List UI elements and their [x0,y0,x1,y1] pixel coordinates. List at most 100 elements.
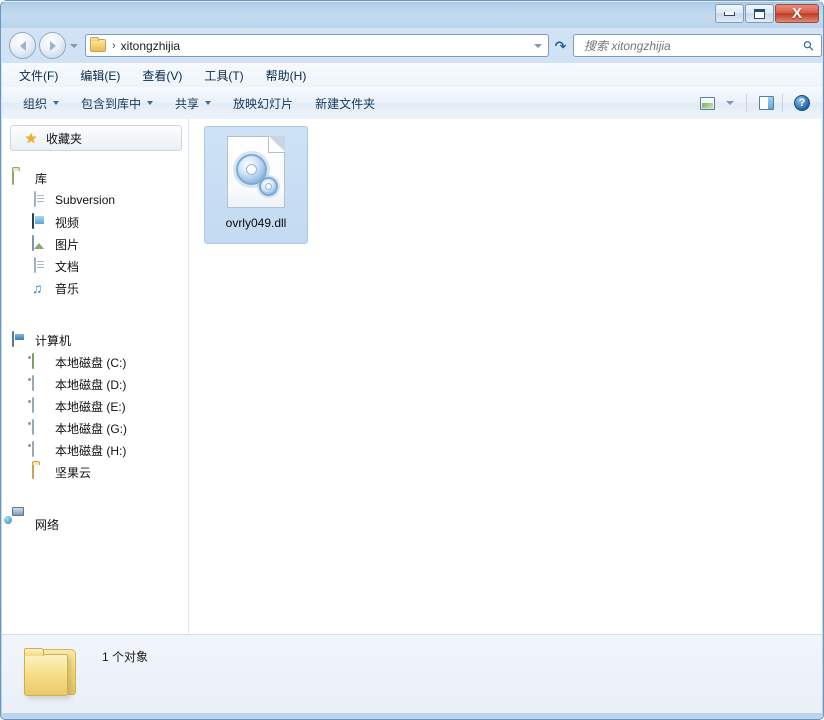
minimize-icon [724,12,735,16]
music-note-icon: ♫ [32,280,48,296]
sidebar-item-subversion[interactable]: Subversion [2,189,188,211]
breadcrumb-path[interactable]: xitongzhijia [121,39,180,53]
history-dropdown-icon [70,44,78,48]
menu-item-edit[interactable]: 编辑(E) [71,64,129,87]
chevron-down-icon [205,101,211,105]
sidebar-item-drive-h[interactable]: 本地磁盘 (H:) [2,439,188,461]
breadcrumb-separator: › [112,40,116,52]
explorer-window: X › xitongzhijia ↷ [0,0,824,720]
toolbar-slideshow-button[interactable]: 放映幻灯片 [224,91,302,116]
sidebar-item-drive-c-label: 本地磁盘 (C:) [55,354,126,371]
sidebar-item-documents[interactable]: 文档 [2,255,188,277]
minimize-button[interactable] [715,4,744,23]
menu-bar: 文件(F) 编辑(E) 查看(V) 工具(T) 帮助(H) [2,63,822,88]
drive-icon [32,442,48,458]
sidebar-item-videos-label: 视频 [55,214,79,231]
sidebar-spacer [2,313,188,327]
main-area: ★ 收藏夹 库 Subversion 视频 [2,119,822,634]
gear-small-icon [259,177,278,196]
address-dropdown-button[interactable] [534,44,542,48]
file-list-view[interactable]: ovrly049.dll [189,119,822,634]
video-icon [32,214,48,230]
toolbar-share-button[interactable]: 共享 [166,91,220,116]
yellow-folder-icon [32,464,48,480]
help-button[interactable]: ? [792,93,812,113]
picture-icon [32,236,48,252]
search-box[interactable]: ⚲ [573,34,822,57]
sidebar-item-drive-e[interactable]: 本地磁盘 (E:) [2,395,188,417]
refresh-button[interactable]: ↷ [553,34,568,57]
toolbar-organize-label: 组织 [23,95,47,112]
sidebar-item-drive-g-label: 本地磁盘 (G:) [55,420,127,437]
sidebar-spacer [2,299,188,313]
back-button[interactable] [9,32,36,59]
chevron-down-icon [53,101,59,105]
address-input[interactable]: › xitongzhijia [85,34,549,57]
list-item[interactable]: ovrly049.dll [204,126,308,244]
preview-pane-button[interactable] [756,93,776,113]
system-drive-icon [32,354,48,370]
network-icon [12,516,28,532]
forward-arrow-icon [50,41,56,51]
navigation-pane: ★ 收藏夹 库 Subversion 视频 [2,119,188,634]
sidebar-item-drive-e-label: 本地磁盘 (E:) [55,398,126,415]
command-toolbar: 组织 包含到库中 共享 放映幻灯片 新建文件夹 [2,87,822,120]
sidebar-item-videos[interactable]: 视频 [2,211,188,233]
sidebar-item-drive-g[interactable]: 本地磁盘 (G:) [2,417,188,439]
toolbar-share-label: 共享 [175,95,199,112]
change-view-button[interactable] [697,93,717,113]
sidebar-item-drive-d-label: 本地磁盘 (D:) [55,376,126,393]
back-arrow-icon [20,41,26,51]
sidebar-item-nutstore[interactable]: 坚果云 [2,461,188,483]
refresh-icon: ↷ [555,39,567,53]
help-icon: ? [794,95,810,111]
drive-icon [32,376,48,392]
close-button[interactable]: X [775,4,819,23]
menu-item-view[interactable]: 查看(V) [133,64,191,87]
sidebar-spacer [2,497,188,511]
toolbar-new-folder-label: 新建文件夹 [315,95,375,112]
history-dropdown-button[interactable] [68,33,80,58]
sidebar-item-pictures[interactable]: 图片 [2,233,188,255]
sidebar-group-libraries: 库 Subversion 视频 图片 文档 [2,167,188,299]
menu-item-file[interactable]: 文件(F) [10,64,67,87]
sidebar-item-favorites-label: 收藏夹 [46,130,82,147]
toolbar-new-folder-button[interactable]: 新建文件夹 [306,91,384,116]
drive-icon [32,420,48,436]
sidebar-item-drive-d[interactable]: 本地磁盘 (D:) [2,373,188,395]
toolbar-right-group: ? [694,93,822,113]
chevron-down-icon [534,44,542,48]
maximize-button[interactable] [745,4,774,23]
dll-gears-icon [227,136,285,208]
document-icon [32,258,48,274]
folder-icon [22,645,84,701]
change-view-dropdown-button[interactable] [720,93,740,113]
forward-button[interactable] [39,32,66,59]
menu-item-tools[interactable]: 工具(T) [195,64,252,87]
sidebar-item-favorites[interactable]: ★ 收藏夹 [10,125,182,151]
sidebar-item-computer-label: 计算机 [35,332,71,349]
toolbar-slideshow-label: 放映幻灯片 [233,95,293,112]
sidebar-item-libraries[interactable]: 库 [2,167,188,189]
title-bar: X [1,1,823,28]
sidebar-item-music[interactable]: ♫ 音乐 [2,277,188,299]
file-name-label: ovrly049.dll [226,216,287,230]
toolbar-organize-button[interactable]: 组织 [14,91,68,116]
folder-front [24,654,68,696]
sidebar-item-pictures-label: 图片 [55,236,79,253]
title-bar-highlight [2,1,822,2]
toolbar-include-in-library-button[interactable]: 包含到库中 [72,91,162,116]
search-input[interactable] [582,38,804,54]
window-controls: X [714,4,819,23]
sidebar-item-computer[interactable]: 计算机 [2,329,188,351]
menu-item-help[interactable]: 帮助(H) [257,64,316,87]
star-icon: ★ [23,130,39,146]
folder-tab [24,648,44,656]
sidebar-item-network-label: 网络 [35,516,59,533]
computer-icon [12,332,28,348]
sidebar-item-drive-c[interactable]: 本地磁盘 (C:) [2,351,188,373]
sidebar-spacer [2,483,188,497]
change-view-icon [700,97,715,110]
sidebar-item-music-label: 音乐 [55,280,79,297]
sidebar-item-network[interactable]: 网络 [2,513,188,535]
